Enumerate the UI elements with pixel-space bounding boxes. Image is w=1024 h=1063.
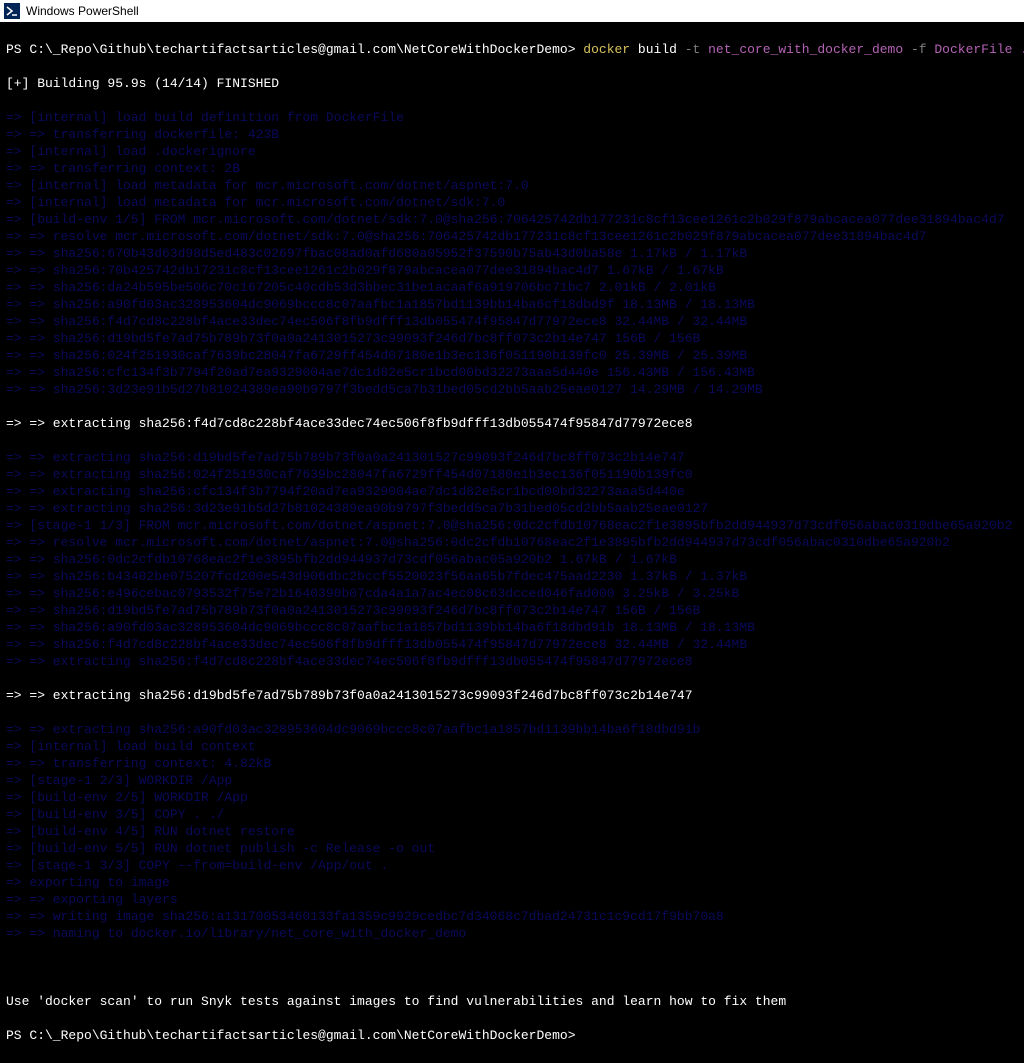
- prompt-path: PS C:\_Repo\Github\techartifactsarticles…: [6, 42, 583, 57]
- build-log-line: => [build-env 5/5] RUN dotnet publish -c…: [6, 840, 1018, 857]
- build-log-line: => => sha256:a90fd03ac328953604dc9069bcc…: [6, 619, 1018, 636]
- build-log-line: => => resolve mcr.microsoft.com/dotnet/s…: [6, 228, 1018, 245]
- build-log-line: => => sha256:d19bd5fe7ad75b789b73f0a0a24…: [6, 330, 1018, 347]
- arg-dockerfile: DockerFile .: [927, 42, 1024, 57]
- build-log-line: => => extracting sha256:a90fd03ac3289536…: [6, 721, 1018, 738]
- build-log-line: => => sha256:70b425742db17231c8cf13cee12…: [6, 262, 1018, 279]
- command-docker: docker: [583, 42, 630, 57]
- build-log-line: => => extracting sha256:024f251930caf763…: [6, 466, 1018, 483]
- build-log-line: => [build-env 4/5] RUN dotnet restore: [6, 823, 1018, 840]
- build-log-line: => [stage-1 2/3] WORKDIR /App: [6, 772, 1018, 789]
- build-log-line: => => naming to docker.io/library/net_co…: [6, 925, 1018, 942]
- build-log-line: => => sha256:0dc2cfdb10768eac2f1e3895bfb…: [6, 551, 1018, 568]
- flag-f: -f: [911, 42, 927, 57]
- extract-line: => => extracting sha256:d19bd5fe7ad75b78…: [6, 687, 1018, 704]
- build-log-line: => => sha256:f4d7cd8c228bf4ace33dec74ec5…: [6, 636, 1018, 653]
- terminal-output[interactable]: PS C:\_Repo\Github\techartifactsarticles…: [0, 22, 1024, 1063]
- build-log-line: => [build-env 3/5] COPY . ./: [6, 806, 1018, 823]
- build-log-line: => [stage-1 1/3] FROM mcr.microsoft.com/…: [6, 517, 1018, 534]
- prompt-ready[interactable]: PS C:\_Repo\Github\techartifactsarticles…: [6, 1027, 1018, 1044]
- build-status-header: [+] Building 95.9s (14/14) FINISHED: [6, 75, 1018, 92]
- build-log-line: => => sha256:b43402be075207fcd200e543d90…: [6, 568, 1018, 585]
- blank-line: [6, 959, 1018, 976]
- build-log-line: => => sha256:da24b595be506c70c167205c40c…: [6, 279, 1018, 296]
- build-log-line: => => sha256:f4d7cd8c228bf4ace33dec74ec5…: [6, 313, 1018, 330]
- command-prompt-line: PS C:\_Repo\Github\techartifactsarticles…: [6, 41, 1018, 58]
- build-log-line: => => extracting sha256:f4d7cd8c228bf4ac…: [6, 653, 1018, 670]
- build-log-line: => => extracting sha256:3d23e91b5d27b810…: [6, 500, 1018, 517]
- arg-image-name: net_core_with_docker_demo: [700, 42, 911, 57]
- build-log-line: => [stage-1 3/3] COPY --from=build-env /…: [6, 857, 1018, 874]
- build-log-line: => => writing image sha256:a131700534601…: [6, 908, 1018, 925]
- build-log-line: => [internal] load metadata for mcr.micr…: [6, 194, 1018, 211]
- build-log-line: => => sha256:3d23e91b5d27b81024389ea90b9…: [6, 381, 1018, 398]
- build-log-line: => [internal] load .dockerignore: [6, 143, 1018, 160]
- flag-t: -t: [685, 42, 701, 57]
- build-log-line: => => sha256:a90fd03ac328953604dc9069bcc…: [6, 296, 1018, 313]
- powershell-icon: [4, 3, 20, 19]
- build-log-line: => => sha256:024f251930caf7639bc28047fa6…: [6, 347, 1018, 364]
- build-log-line: => exporting to image: [6, 874, 1018, 891]
- build-log-line: => [internal] load metadata for mcr.micr…: [6, 177, 1018, 194]
- build-log-line: => => resolve mcr.microsoft.com/dotnet/a…: [6, 534, 1018, 551]
- build-log-line: => [build-env 2/5] WORKDIR /App: [6, 789, 1018, 806]
- build-log-line: => => sha256:d19bd5fe7ad75b789b73f0a0a24…: [6, 602, 1018, 619]
- build-log-line: => [internal] load build definition from…: [6, 109, 1018, 126]
- window-title-bar[interactable]: Windows PowerShell: [0, 0, 1024, 22]
- build-log-line: => => sha256:cfc134f3b7794f20ad7ea932900…: [6, 364, 1018, 381]
- scan-tip: Use 'docker scan' to run Snyk tests agai…: [6, 993, 1018, 1010]
- extract-line: => => extracting sha256:f4d7cd8c228bf4ac…: [6, 415, 1018, 432]
- build-log-line: => [internal] load build context: [6, 738, 1018, 755]
- build-log-line: => => transferring context: 2B: [6, 160, 1018, 177]
- window-title: Windows PowerShell: [26, 4, 139, 18]
- build-log-line: => => exporting layers: [6, 891, 1018, 908]
- command-build: build: [630, 42, 685, 57]
- build-log-line: => => sha256:670b43d63d98d5ed483c02697fb…: [6, 245, 1018, 262]
- build-log-line: => => transferring dockerfile: 423B: [6, 126, 1018, 143]
- build-log-line: => => extracting sha256:cfc134f3b7794f20…: [6, 483, 1018, 500]
- build-log-line: => => sha256:e496cebac0793532f75e72b1640…: [6, 585, 1018, 602]
- build-log-line: => => transferring context: 4.82kB: [6, 755, 1018, 772]
- build-log-line: => => extracting sha256:d19bd5fe7ad75b78…: [6, 449, 1018, 466]
- build-log-line: => [build-env 1/5] FROM mcr.microsoft.co…: [6, 211, 1018, 228]
